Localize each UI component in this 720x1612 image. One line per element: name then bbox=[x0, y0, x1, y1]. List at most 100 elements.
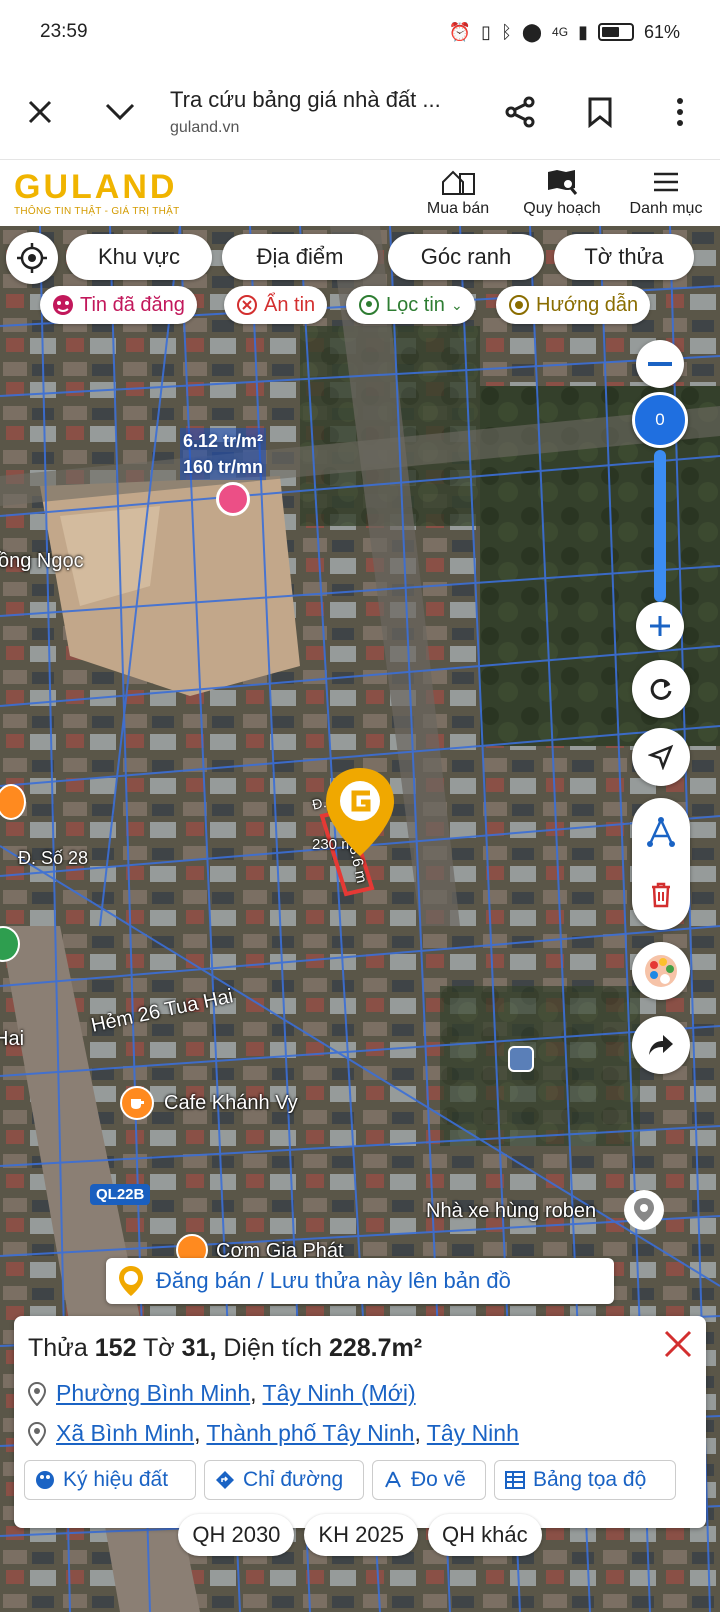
more-vertical-icon[interactable] bbox=[650, 82, 710, 142]
area-label: Diện tích bbox=[223, 1334, 323, 1362]
city-link[interactable]: Thành phố Tây Ninh bbox=[206, 1420, 414, 1446]
province-link[interactable]: Tây Ninh bbox=[427, 1420, 519, 1446]
nav-label: Danh mục bbox=[629, 200, 703, 217]
directions-icon bbox=[216, 1471, 234, 1489]
zoom-slider-track[interactable] bbox=[654, 450, 666, 602]
chevron-down-icon: ⌄ bbox=[450, 296, 463, 313]
site-header: GULAND THÔNG TIN THẬT - GIÁ TRỊ THẬT Mua… bbox=[0, 160, 720, 226]
listing-marker[interactable] bbox=[216, 482, 250, 516]
action-label: Chỉ đường bbox=[243, 1468, 344, 1491]
action-label: Đo vẽ bbox=[411, 1468, 466, 1491]
battery-percent: 61% bbox=[643, 21, 680, 42]
bluetooth-icon: ᛒ bbox=[501, 21, 512, 42]
chevron-down-icon[interactable] bbox=[90, 82, 150, 142]
filter-goc-ranh[interactable]: Góc ranh bbox=[388, 234, 544, 280]
ward-link[interactable]: Phường Bình Minh bbox=[56, 1380, 250, 1406]
house-icon bbox=[442, 170, 475, 195]
alarm-icon: ⏰ bbox=[448, 21, 472, 42]
cafe-icon[interactable] bbox=[120, 1086, 154, 1120]
map-view[interactable]: Khu vực Địa điểm Góc ranh Tờ thửa Tin đã… bbox=[0, 226, 720, 1612]
address-old: Xã Bình Minh, Thành phố Tây Ninh, Tây Ni… bbox=[28, 1420, 519, 1447]
guland-pin-icon[interactable] bbox=[322, 766, 398, 863]
share-arrow-icon bbox=[649, 1035, 673, 1055]
pin-icon bbox=[359, 295, 379, 315]
logo-tagline: THÔNG TIN THẬT - GIÁ TRỊ THẬT bbox=[14, 205, 180, 217]
zoom-level-indicator[interactable]: 0 bbox=[632, 392, 688, 448]
trash-icon[interactable] bbox=[632, 868, 690, 922]
network-label: 4G bbox=[552, 25, 569, 39]
browser-toolbar: Tra cứu bảng giá nhà đất ... guland.vn bbox=[0, 64, 720, 160]
location-icon: ⬤ bbox=[521, 21, 543, 42]
map-search-icon bbox=[548, 170, 578, 195]
status-bar: 23:59 ⏰ ▯ ᛒ ⬤ 4G ▮ 61% bbox=[0, 0, 720, 64]
crosshair-icon bbox=[17, 243, 47, 273]
price-label[interactable]: 6.12 tr/m² 160 tr/mn bbox=[180, 428, 267, 480]
thua-label: Thửa bbox=[28, 1334, 88, 1362]
road-badge: QL22B bbox=[90, 1184, 151, 1205]
zoom-out-button[interactable] bbox=[636, 340, 684, 388]
chip-label: Tin đã đăng bbox=[80, 293, 185, 316]
chip-an-tin[interactable]: Ẩn tin bbox=[224, 286, 328, 324]
minus-icon bbox=[648, 362, 672, 366]
close-circle-icon bbox=[237, 295, 257, 315]
locate-button[interactable] bbox=[6, 232, 58, 284]
navigate-button[interactable] bbox=[632, 728, 690, 786]
chip-huong-dan[interactable]: Hướng dẫn bbox=[496, 286, 651, 324]
nav-danh-muc[interactable]: Danh mục bbox=[614, 168, 718, 218]
post-listing-banner[interactable]: Đăng bán / Lưu thửa này lên bản đồ bbox=[106, 1258, 614, 1304]
map-style-button[interactable] bbox=[632, 942, 690, 1000]
plus-icon bbox=[650, 616, 670, 636]
zoom-in-button[interactable] bbox=[636, 602, 684, 650]
action-label: Bảng tọa độ bbox=[533, 1468, 647, 1491]
filter-to-thua[interactable]: Tờ thửa bbox=[554, 234, 694, 280]
chip-tin-da-dang[interactable]: Tin đã đăng bbox=[40, 286, 197, 324]
draw-measure-icon[interactable] bbox=[632, 806, 690, 860]
nav-quy-hoach[interactable]: Quy hoạch bbox=[510, 168, 614, 218]
location-pin-icon bbox=[28, 1381, 46, 1406]
share-icon[interactable] bbox=[490, 82, 550, 142]
banner-text: Đăng bán / Lưu thửa này lên bản đồ bbox=[156, 1268, 511, 1293]
bus-stop-icon[interactable] bbox=[508, 1046, 534, 1072]
site-logo[interactable]: GULAND THÔNG TIN THẬT - GIÁ TRỊ THẬT bbox=[0, 170, 400, 217]
land-symbol-button[interactable]: Ký hiệu đất bbox=[24, 1460, 196, 1500]
area-value: 228.7m² bbox=[328, 1334, 423, 1362]
close-icon[interactable] bbox=[10, 82, 70, 142]
draw-button[interactable]: Đo vẽ bbox=[372, 1460, 486, 1500]
browser-title-block[interactable]: Tra cứu bảng giá nhà đất ... guland.vn bbox=[150, 87, 490, 137]
tab-qh-2030[interactable]: QH 2030 bbox=[178, 1514, 295, 1556]
bookmark-icon[interactable] bbox=[570, 82, 630, 142]
to-label: Tờ bbox=[143, 1334, 175, 1362]
menu-icon bbox=[654, 172, 678, 192]
page-url: guland.vn bbox=[170, 118, 240, 136]
poi-label[interactable]: Cafe Khánh Vy bbox=[164, 1092, 298, 1115]
guland-pin-small-icon bbox=[119, 1266, 143, 1296]
ward-link[interactable]: Xã Bình Minh bbox=[56, 1420, 194, 1446]
palette-icon bbox=[36, 1471, 54, 1489]
filter-dia-diem[interactable]: Địa điểm bbox=[222, 234, 378, 280]
price-total: 160 tr/mn bbox=[180, 454, 267, 480]
address-new: Phường Bình Minh, Tây Ninh (Mới) bbox=[28, 1380, 416, 1407]
chip-loc-tin[interactable]: Lọc tin ⌄ bbox=[346, 286, 475, 324]
tab-qh-khac[interactable]: QH khác bbox=[428, 1514, 542, 1556]
directions-button[interactable]: Chỉ đường bbox=[204, 1460, 364, 1500]
share-map-button[interactable] bbox=[632, 1016, 690, 1074]
guide-icon bbox=[509, 295, 529, 315]
refresh-button[interactable] bbox=[632, 660, 690, 718]
signal-icon: ▮ bbox=[578, 21, 588, 42]
to-value: 31, bbox=[181, 1334, 217, 1362]
coordinate-table-button[interactable]: Bảng tọa độ bbox=[494, 1460, 676, 1500]
province-link[interactable]: Tây Ninh (Mới) bbox=[263, 1380, 416, 1406]
nav-mua-ban[interactable]: Mua bán bbox=[406, 168, 510, 218]
close-card-button[interactable] bbox=[660, 1326, 696, 1362]
logo-text: GULAND bbox=[14, 167, 178, 206]
poi-label[interactable]: Nhà xe hùng roben bbox=[426, 1200, 596, 1223]
status-icons: ⏰ ▯ ᛒ ⬤ 4G ▮ 61% bbox=[449, 22, 680, 43]
filter-khu-vuc[interactable]: Khu vực bbox=[66, 234, 212, 280]
tab-kh-2025[interactable]: KH 2025 bbox=[304, 1514, 419, 1556]
nav-label: Quy hoạch bbox=[523, 200, 601, 217]
street-label: ồng Ngọc bbox=[0, 550, 84, 572]
close-icon bbox=[664, 1330, 692, 1358]
battery-level bbox=[601, 27, 619, 37]
place-pin-icon[interactable] bbox=[624, 1190, 664, 1230]
chip-label: Hướng dẫn bbox=[536, 293, 639, 316]
